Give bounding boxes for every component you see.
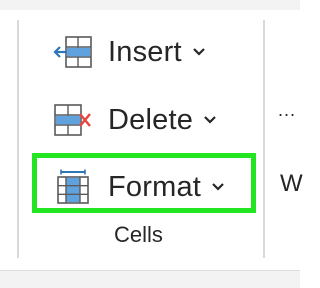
ribbon-bottom-edge — [0, 270, 300, 288]
delete-label: Delete — [108, 103, 194, 136]
group-divider-right — [263, 20, 265, 258]
chevron-down-icon — [203, 114, 219, 126]
cells-group-label: Cells — [114, 222, 163, 247]
chevron-down-icon — [211, 181, 227, 193]
format-cells-icon — [52, 168, 94, 206]
chevron-down-icon — [192, 46, 208, 58]
next-group-partial-letter: W — [280, 170, 303, 197]
group-divider-left — [17, 20, 19, 258]
ribbon-top-edge — [0, 0, 300, 10]
insert-cells-icon — [52, 33, 94, 71]
ribbon-stage: Insert Delete Format Cells ... W — [0, 0, 303, 288]
insert-cells-button[interactable]: Insert — [52, 26, 208, 78]
format-cells-button[interactable]: Format — [52, 161, 227, 213]
format-label: Format — [108, 170, 202, 203]
next-group-overflow-text[interactable]: ... — [278, 100, 296, 121]
delete-cells-button[interactable]: Delete — [52, 94, 219, 146]
delete-cells-icon — [52, 101, 94, 139]
insert-label: Insert — [108, 35, 182, 68]
